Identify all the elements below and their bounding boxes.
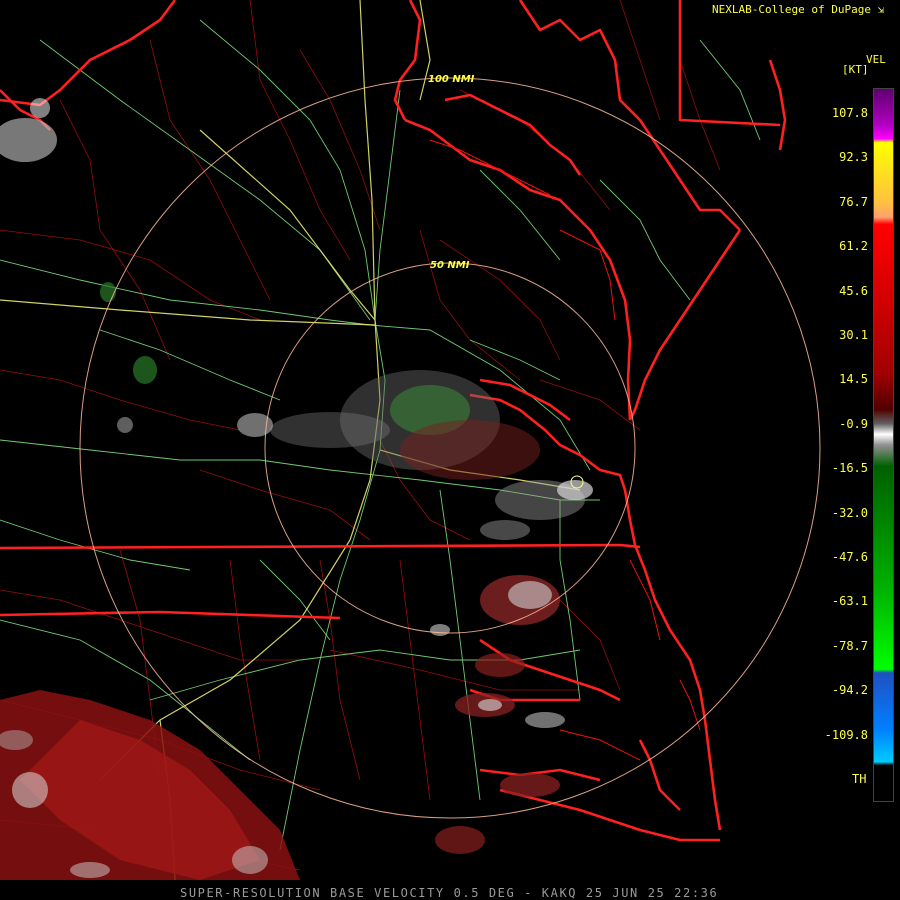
product-caption: SUPER-RESOLUTION BASE VELOCITY 0.5 DEG -… bbox=[180, 886, 719, 900]
legend-tick: -47.6 bbox=[831, 550, 868, 564]
legend-tick: -16.5 bbox=[831, 461, 868, 476]
legend-tick: 45.6 bbox=[839, 283, 868, 298]
corner-arrow-icon: ⇲ bbox=[877, 3, 885, 16]
legend-tick: 92.3 bbox=[839, 150, 868, 165]
legend-tick: 76.7 bbox=[839, 194, 868, 209]
legend-tick: -63.1 bbox=[831, 594, 868, 609]
velocity-color-scale bbox=[873, 88, 894, 802]
radar-echoes bbox=[0, 98, 593, 880]
legend-tick: 107.8 bbox=[831, 106, 868, 120]
legend-tick: -94.2 bbox=[831, 683, 868, 698]
legend-tick: -32.0 bbox=[831, 505, 868, 520]
legend-tick: 30.1 bbox=[839, 328, 868, 342]
radar-viewer: 50 NMI 100 NMI NEXLAB-College of DuPage … bbox=[0, 0, 900, 900]
radar-map[interactable]: 50 NMI 100 NMI bbox=[0, 0, 900, 900]
legend-unit-label: [KT] bbox=[842, 63, 869, 76]
legend-product-label: VEL bbox=[866, 53, 886, 66]
legend-tick: 61.2 bbox=[839, 239, 868, 254]
range-ring-100nmi-label: 100 NMI bbox=[428, 74, 475, 85]
legend-tick: -78.7 bbox=[831, 638, 868, 653]
legend-th-label: TH bbox=[852, 772, 867, 786]
color-scale-gradient bbox=[874, 89, 893, 801]
range-ring-50nmi-label: 50 NMI bbox=[430, 260, 470, 271]
credit-label: NEXLAB-College of DuPage ⇲ bbox=[712, 3, 884, 16]
credit-text: NEXLAB-College of DuPage bbox=[712, 3, 871, 16]
legend-tick: 14.5 bbox=[839, 372, 868, 387]
legend-tick: -0.9 bbox=[839, 416, 868, 431]
legend-tick: -109.8 bbox=[824, 727, 868, 742]
